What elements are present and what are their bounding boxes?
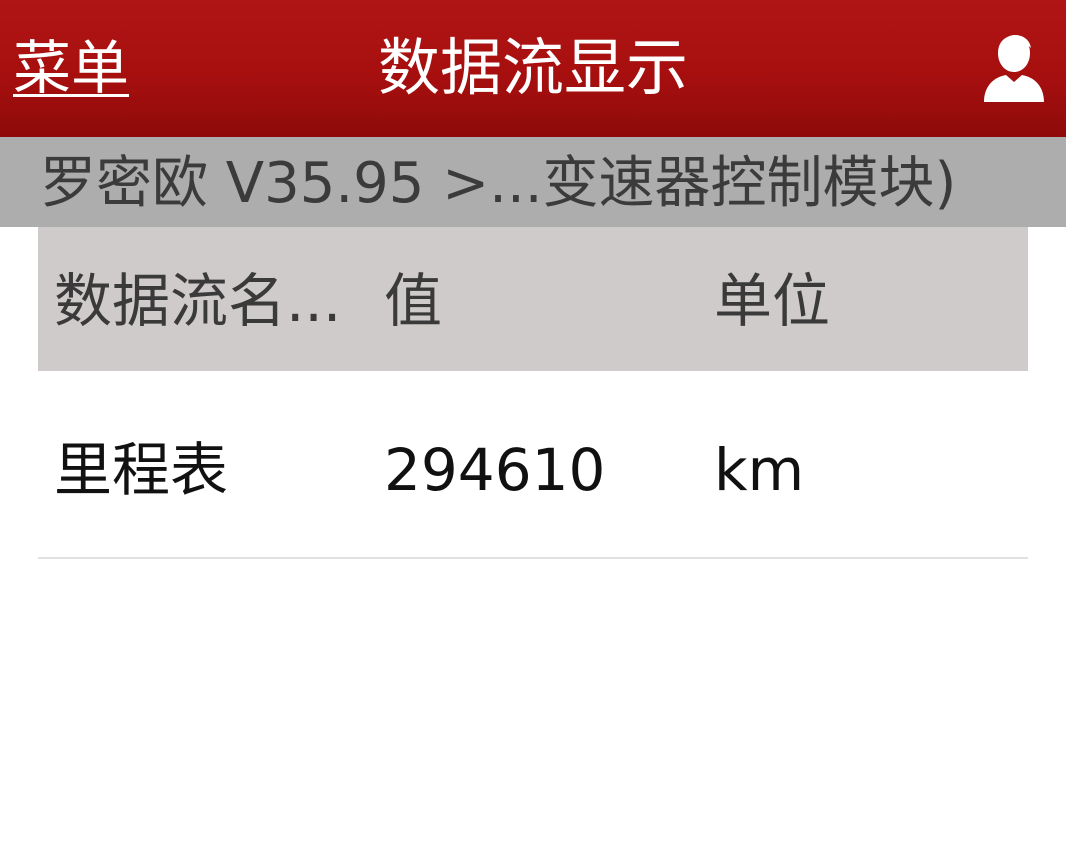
row-value: 294610	[384, 436, 606, 504]
breadcrumb-bar: 罗密欧 V35.95 >...变速器控制模块)	[0, 137, 1066, 227]
page-title: 数据流显示	[377, 31, 688, 104]
column-header-unit[interactable]: 单位	[714, 265, 830, 337]
row-name: 里程表	[54, 436, 229, 504]
column-header-value[interactable]: 值	[384, 265, 442, 337]
user-icon[interactable]	[978, 30, 1050, 102]
table-header: 数据流名... 值 单位	[38, 227, 1028, 371]
breadcrumb: 罗密欧 V35.95 >...变速器控制模块)	[40, 151, 957, 216]
top-bar: 菜单 数据流显示	[0, 0, 1066, 137]
table-row[interactable]: 里程表 294610 km	[38, 371, 1028, 559]
row-unit: km	[714, 436, 805, 504]
column-header-name[interactable]: 数据流名...	[54, 265, 341, 337]
data-stream-table: 数据流名... 值 单位 里程表 294610 km	[38, 227, 1028, 559]
data-stream-screen: 菜单 数据流显示 罗密欧 V35.95 >...变速器控制模块) 数据流名...…	[0, 0, 1066, 851]
